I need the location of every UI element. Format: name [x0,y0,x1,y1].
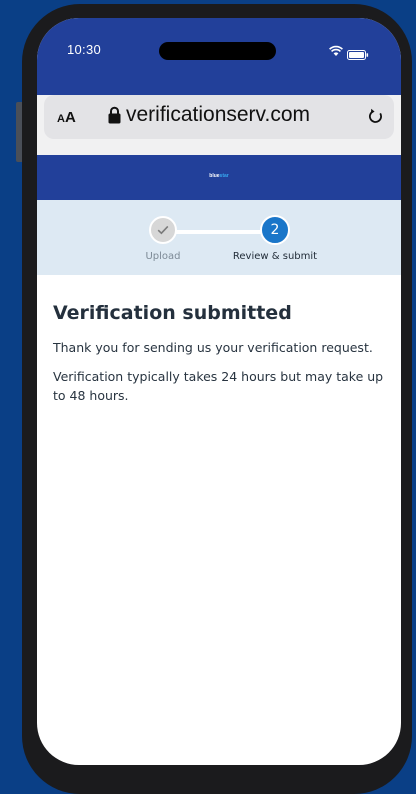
text-size-button[interactable]: AA [57,109,76,127]
checkmark-icon [157,225,169,235]
browser-toolbar: AA verificationserv.com [37,95,401,155]
page-title: Verification submitted [53,302,292,324]
step-current-indicator: 2 [260,215,290,245]
url-text[interactable]: verificationserv.com [126,103,310,127]
address-bar[interactable]: AA verificationserv.com [44,95,394,139]
site-header: bluestar [37,155,401,200]
main-content: Verification submitted Thank you for sen… [53,302,389,415]
status-time: 10:30 [67,42,102,57]
step-connector [175,230,269,234]
progress-stepper: 2 Upload Review & submit [37,200,401,275]
confirmation-text: Thank you for sending us your verificati… [53,340,373,355]
step-complete-indicator [149,216,177,244]
site-logo[interactable]: bluestar [37,173,401,179]
timing-text: Verification typically takes 24 hours bu… [53,369,384,403]
phone-screen: 10:30 AA verificationserv.com bluestar 2… [37,18,401,765]
battery-icon [347,45,369,64]
step-label-upload: Upload [145,251,181,262]
reload-icon[interactable] [368,107,384,129]
status-bar: 10:30 [37,18,401,95]
lock-icon [108,106,121,128]
wifi-icon [329,42,343,61]
dynamic-island [159,42,276,60]
step-label-review: Review & submit [232,251,318,262]
